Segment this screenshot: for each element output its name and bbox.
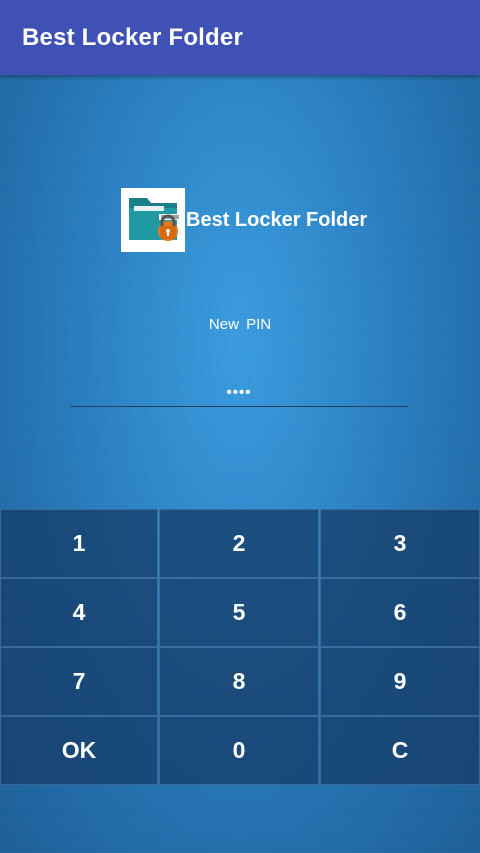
- key-7[interactable]: 7: [0, 647, 158, 716]
- keypad: 1 2 3 4 5 6 7 8 9 OK 0 C: [0, 509, 480, 785]
- key-4[interactable]: 4: [0, 578, 158, 647]
- pin-input[interactable]: ••••: [70, 375, 408, 407]
- key-0[interactable]: 0: [159, 716, 319, 785]
- key-1[interactable]: 1: [0, 509, 158, 578]
- key-5[interactable]: 5: [159, 578, 319, 647]
- key-9[interactable]: 9: [320, 647, 480, 716]
- clear-button[interactable]: C: [320, 716, 480, 785]
- pin-masked-value: ••••: [226, 384, 252, 401]
- app-name-label: Best Locker Folder: [186, 208, 368, 231]
- key-2[interactable]: 2: [159, 509, 319, 578]
- pin-label: New PIN: [208, 316, 272, 333]
- ok-button[interactable]: OK: [0, 716, 158, 785]
- app-bar: Best Locker Folder: [0, 0, 480, 75]
- app-bar-title: Best Locker Folder: [22, 23, 243, 51]
- key-8[interactable]: 8: [159, 647, 319, 716]
- key-6[interactable]: 6: [320, 578, 480, 647]
- locked-folder-icon: [121, 188, 185, 252]
- key-3[interactable]: 3: [320, 509, 480, 578]
- app-header: Best Locker Folder: [121, 188, 367, 252]
